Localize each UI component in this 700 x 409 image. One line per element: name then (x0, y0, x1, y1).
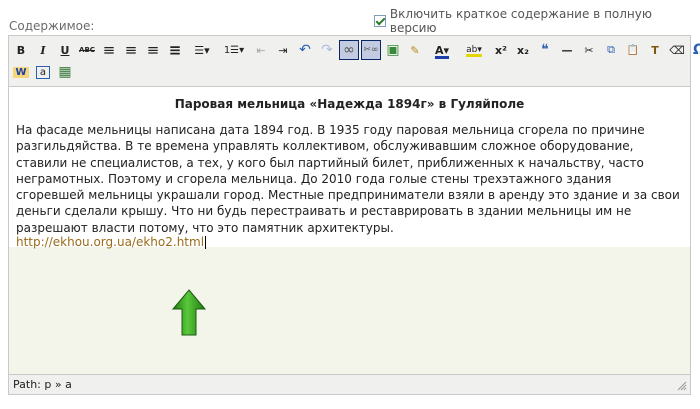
horizontal-rule-button[interactable]: — (557, 40, 577, 60)
indent-button[interactable]: ⇥ (273, 40, 293, 60)
align-justify-button[interactable]: ≡ (165, 40, 185, 60)
italic-button[interactable]: I (33, 40, 53, 60)
align-right-button[interactable]: ≡ (143, 40, 163, 60)
editor-document[interactable]: Паровая мельница «Надежда 1894г» в Гуляй… (9, 87, 690, 249)
green-up-arrow-icon (172, 289, 206, 336)
document-paragraph: На фасаде мельницы написана дата 1894 го… (16, 123, 680, 235)
copy-icon: ⧉ (607, 43, 615, 56)
strikethrough-icon: ABC (79, 46, 95, 54)
document-link-text[interactable]: http://ekhou.org.ua/ekho2.html (16, 235, 204, 249)
outdent-icon: ⇤ (256, 43, 266, 57)
outdent-button[interactable]: ⇤ (251, 40, 271, 60)
superscript-button[interactable]: x² (491, 40, 511, 60)
cut-icon: ✂ (584, 43, 594, 57)
link-button[interactable]: ∞ (339, 40, 359, 60)
unlink-icon: ✂∞ (363, 45, 379, 55)
include-summary-checkbox[interactable]: Включить краткое содержание в полную вер… (374, 7, 700, 35)
undo-button[interactable]: ↶ (295, 40, 315, 60)
subscript-button[interactable]: x₂ (513, 40, 533, 60)
content-label: Содержимое: (9, 19, 95, 33)
unlink-button[interactable]: ✂∞ (361, 40, 381, 60)
paste-button[interactable]: 📋 (623, 40, 643, 60)
blockquote-button[interactable]: ❝ (535, 40, 555, 60)
toolbar-row-1: B I U ABC ≡ ≡ ≡ ≡ ☰▾ 1☰▾ ⇤ ⇥ ↶ ↷ ∞ ✂∞ ▣ … (11, 39, 700, 61)
align-right-icon: ≡ (146, 41, 160, 59)
checkbox-checked-icon[interactable] (374, 15, 386, 27)
align-left-icon: ≡ (102, 41, 116, 59)
insert-media-button[interactable]: ▦ (55, 62, 75, 82)
bold-icon: B (16, 43, 26, 57)
editor-status-bar: Path: p » a (9, 374, 690, 394)
remove-format-icon: ⌫ (669, 43, 685, 57)
paste-word-button[interactable]: W (11, 62, 31, 82)
superscript-icon: x² (495, 43, 507, 57)
paste-text-button[interactable]: T (645, 40, 665, 60)
select-all-icon: a (35, 65, 51, 79)
element-path: Path: p » a (13, 378, 72, 391)
editor-toolbar: B I U ABC ≡ ≡ ≡ ≡ ☰▾ 1☰▾ ⇤ ⇥ ↶ ↷ ∞ ✂∞ ▣ … (9, 36, 700, 87)
link-icon: ∞ (343, 42, 355, 58)
paste-icon: 📋 (626, 44, 640, 56)
redo-button[interactable]: ↷ (317, 40, 337, 60)
include-summary-label: Включить краткое содержание в полную вер… (389, 7, 652, 35)
media-icon: ▦ (58, 64, 72, 80)
subscript-icon: x₂ (517, 43, 529, 57)
background-color-icon: ab▾ (466, 45, 482, 55)
blockquote-icon: ❝ (541, 42, 549, 58)
italic-icon: I (40, 43, 46, 57)
bullet-list-button[interactable]: ☰▾ (187, 40, 217, 60)
special-char-icon: Ω (693, 42, 700, 58)
indent-icon: ⇥ (278, 43, 288, 57)
copy-button[interactable]: ⧉ (601, 40, 621, 60)
remove-format-button[interactable]: ⌫ (667, 40, 687, 60)
select-all-button[interactable]: a (33, 62, 53, 82)
numbered-list-button[interactable]: 1☰▾ (219, 40, 249, 60)
document-title: Паровая мельница «Надежда 1894г» в Гуляй… (174, 97, 525, 111)
numbered-list-icon: 1☰▾ (223, 44, 245, 56)
image-icon: ▣ (386, 42, 400, 58)
align-center-icon: ≡ (124, 41, 138, 59)
toolbar-row-2: W a ▦ (11, 61, 77, 83)
text-cursor (205, 236, 207, 249)
text-color-icon: A▾ (434, 43, 450, 57)
resize-grip-icon[interactable] (677, 381, 687, 391)
align-center-button[interactable]: ≡ (121, 40, 141, 60)
insert-image-button[interactable]: ▣ (383, 40, 403, 60)
align-left-button[interactable]: ≡ (99, 40, 119, 60)
strikethrough-button[interactable]: ABC (77, 40, 97, 60)
cleanup-icon: ✎ (410, 43, 420, 57)
rich-text-editor: B I U ABC ≡ ≡ ≡ ≡ ☰▾ 1☰▾ ⇤ ⇥ ↶ ↷ ∞ ✂∞ ▣ … (8, 35, 700, 395)
undo-icon: ↶ (299, 42, 311, 58)
background-color-button[interactable]: ab▾ (459, 40, 489, 60)
cleanup-button[interactable]: ✎ (405, 40, 425, 60)
text-color-button[interactable]: A▾ (427, 40, 457, 60)
horizontal-rule-icon: — (561, 43, 573, 57)
bold-button[interactable]: B (11, 40, 31, 60)
underline-icon: U (60, 43, 70, 57)
paste-text-icon: T (651, 43, 659, 57)
document-link[interactable]: http://ekhou.org.ua/ekho2.html (16, 235, 207, 249)
redo-icon: ↷ (321, 42, 333, 58)
underline-button[interactable]: U (55, 40, 75, 60)
editor-content-area[interactable]: Паровая мельница «Надежда 1894г» в Гуляй… (9, 87, 690, 374)
paste-word-icon: W (13, 66, 29, 78)
align-justify-icon: ≡ (168, 41, 182, 59)
special-char-button[interactable]: Ω (689, 40, 700, 60)
bullet-list-icon: ☰▾ (194, 43, 210, 57)
cut-button[interactable]: ✂ (579, 40, 599, 60)
